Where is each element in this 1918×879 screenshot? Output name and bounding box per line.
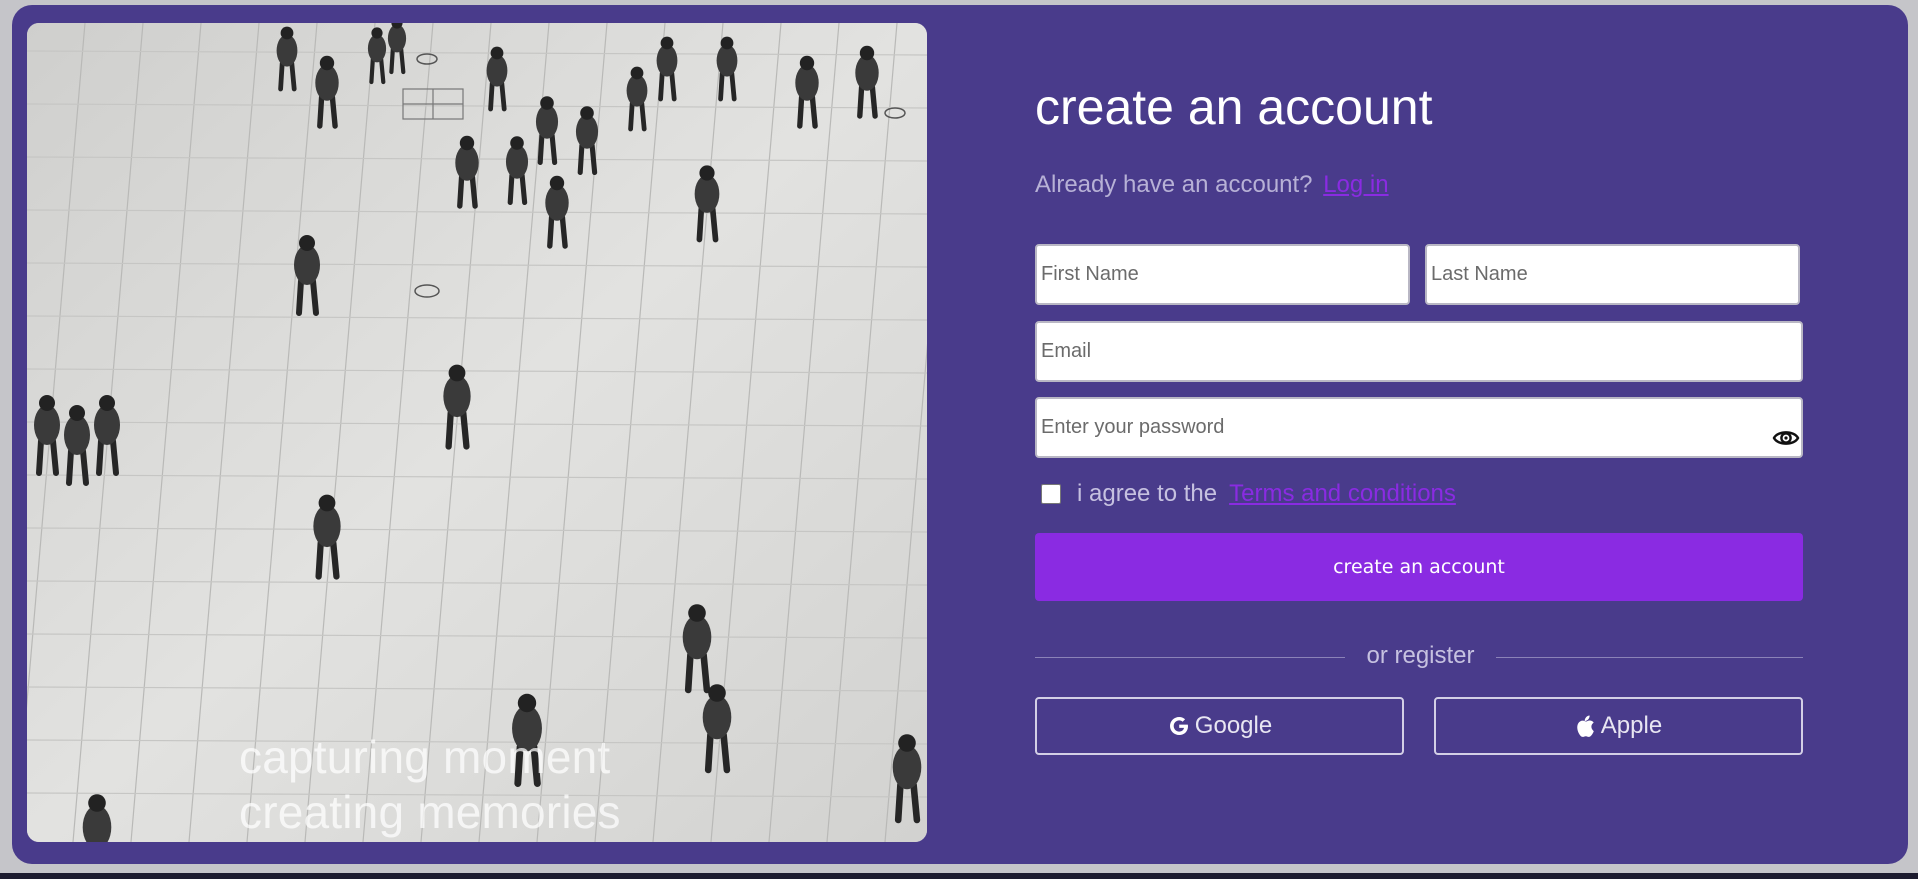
signup-card: capturing moment creating memories creat… xyxy=(12,5,1908,864)
google-icon xyxy=(1169,717,1188,735)
login-prompt-row: Already have an account? Log in xyxy=(1035,171,1389,199)
eye-icon[interactable] xyxy=(1772,427,1800,449)
caption-line-1: capturing moment xyxy=(239,731,611,783)
first-name-field[interactable] xyxy=(1035,244,1410,305)
divider-line-left xyxy=(1035,657,1345,658)
hero-caption: capturing moment creating memories xyxy=(239,730,621,840)
divider-label: or register xyxy=(1366,642,1475,669)
login-link[interactable]: Log in xyxy=(1323,171,1388,198)
terms-checkbox[interactable] xyxy=(1041,484,1061,504)
apple-icon xyxy=(1577,715,1594,737)
login-prompt-text: Already have an account? xyxy=(1035,171,1313,198)
google-label: Google xyxy=(1194,712,1273,739)
last-name-field[interactable] xyxy=(1425,244,1800,305)
agree-text: i agree to the xyxy=(1077,480,1218,507)
hero-photo: capturing moment creating memories xyxy=(27,23,927,842)
signup-form: create an account Already have an accoun… xyxy=(1035,5,1815,864)
apple-label: Apple xyxy=(1600,712,1663,739)
page-bottom-strip xyxy=(0,873,1918,879)
form-title: create an account xyxy=(1035,79,1433,135)
caption-line-2: creating memories xyxy=(239,786,621,838)
email-field[interactable] xyxy=(1035,321,1803,382)
or-register-divider: or register xyxy=(1035,642,1803,672)
create-account-button[interactable]: create an account xyxy=(1035,533,1803,601)
divider-line-right xyxy=(1496,657,1803,658)
google-register-button[interactable]: Google xyxy=(1035,697,1404,755)
apple-register-button[interactable]: Apple xyxy=(1434,697,1803,755)
password-field[interactable] xyxy=(1035,397,1803,458)
terms-agree-row: i agree to the Terms and conditions xyxy=(1035,477,1456,511)
terms-link[interactable]: Terms and conditions xyxy=(1229,480,1456,508)
crowd-photo-image xyxy=(27,23,927,842)
